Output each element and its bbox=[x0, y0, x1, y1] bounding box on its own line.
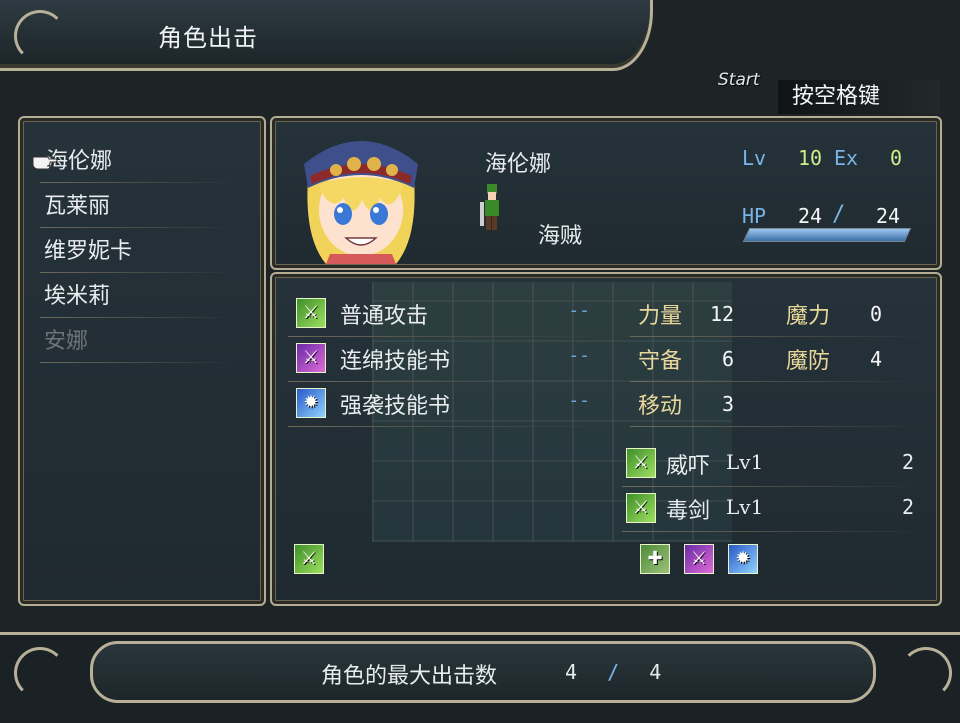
character-portrait bbox=[296, 118, 426, 264]
hp-max: 24 bbox=[876, 204, 901, 228]
bottom-banner: 角色的最大出击数 4 / 4 bbox=[0, 632, 960, 723]
deploy-current: 4 bbox=[565, 660, 578, 684]
roster-name: 维罗妮卡 bbox=[44, 239, 133, 264]
roster-item[interactable]: 埃米莉 bbox=[40, 277, 234, 318]
hp-bar bbox=[742, 228, 912, 242]
start-label: Start bbox=[718, 70, 760, 90]
character-detail-panel: ⚔ 普通攻击 -- ⚔ 连绵技能书 -- ✹ 强袭技能书 -- 力量 12 魔力… bbox=[270, 272, 942, 606]
attribute-row: 力量 12 魔力 0 bbox=[630, 292, 926, 337]
hp-separator: / bbox=[832, 202, 846, 227]
skill-name: 普通攻击 bbox=[340, 304, 429, 329]
roster-name: 瓦莱丽 bbox=[44, 194, 111, 219]
mag-value: 0 bbox=[870, 302, 883, 326]
hp-bar-fill bbox=[744, 229, 910, 241]
start-prompt: Start 按空格键 bbox=[714, 70, 940, 116]
sword-icon: ⚔ bbox=[626, 493, 656, 523]
burst-icon: ✹ bbox=[296, 388, 326, 418]
def-label: 守备 bbox=[638, 349, 683, 374]
roster-item[interactable]: 维罗妮卡 bbox=[40, 232, 234, 273]
def-value: 6 bbox=[722, 347, 735, 371]
skill-value: -- bbox=[568, 390, 590, 411]
double-sword-icon[interactable]: ⚔ bbox=[684, 544, 714, 574]
ability-name: 毒剑 bbox=[666, 499, 711, 524]
burst-icon[interactable]: ✹ bbox=[728, 544, 758, 574]
res-label: 魔防 bbox=[786, 349, 831, 374]
str-label: 力量 bbox=[638, 304, 683, 329]
skill-value: -- bbox=[568, 345, 590, 366]
str-value: 12 bbox=[710, 302, 735, 326]
skill-value: -- bbox=[568, 300, 590, 321]
sword-icon[interactable]: ⚔ bbox=[294, 544, 324, 574]
map-heal-icon[interactable]: ✚ bbox=[640, 544, 670, 574]
mov-label: 移动 bbox=[638, 394, 683, 419]
roster-item-disabled[interactable]: 安娜 bbox=[40, 322, 234, 363]
attribute-row: 守备 6 魔防 4 bbox=[630, 337, 926, 382]
ability-count: 2 bbox=[901, 450, 914, 474]
skill-row[interactable]: ✹ 强袭技能书 -- bbox=[288, 382, 610, 427]
mag-label: 魔力 bbox=[786, 304, 831, 329]
skill-name: 强袭技能书 bbox=[340, 394, 451, 419]
character-roster: 海伦娜 瓦莱丽 维罗妮卡 埃米莉 安娜 bbox=[18, 116, 266, 606]
res-value: 4 bbox=[870, 347, 883, 371]
pointer-hand-icon bbox=[32, 156, 58, 170]
skill-row[interactable]: ⚔ 连绵技能书 -- bbox=[288, 337, 610, 382]
start-instruction: 按空格键 bbox=[778, 80, 940, 114]
skill-row[interactable]: ⚔ 普通攻击 -- bbox=[288, 292, 610, 337]
ability-level: Lv1 bbox=[726, 495, 764, 519]
class-sprite-icon bbox=[480, 184, 499, 230]
deploy-count-label: 角色的最大出击数 bbox=[321, 664, 498, 689]
hp-current: 24 bbox=[798, 204, 823, 228]
ability-name: 威吓 bbox=[666, 454, 711, 479]
title-banner: 角色出击 bbox=[0, 0, 653, 71]
roster-item[interactable]: 瓦莱丽 bbox=[40, 187, 234, 228]
sword-icon: ⚔ bbox=[626, 448, 656, 478]
roster-item[interactable]: 海伦娜 bbox=[32, 142, 234, 183]
ability-count: 2 bbox=[901, 495, 914, 519]
character-class: 海贼 bbox=[538, 224, 583, 249]
lv-value: 10 bbox=[798, 146, 823, 170]
ex-value: 0 bbox=[890, 146, 903, 170]
skill-name: 连绵技能书 bbox=[340, 349, 451, 374]
ability-level: Lv1 bbox=[726, 450, 764, 474]
ornament-swirl-icon bbox=[14, 10, 66, 62]
roster-name: 埃米莉 bbox=[44, 284, 111, 309]
mov-value: 3 bbox=[722, 392, 735, 416]
ex-label: Ex bbox=[834, 146, 859, 170]
attribute-row: 移动 3 bbox=[630, 382, 926, 427]
page-title: 角色出击 bbox=[158, 24, 258, 52]
deploy-count-box: 角色的最大出击数 4 / 4 bbox=[90, 641, 876, 703]
double-sword-icon: ⚔ bbox=[296, 343, 326, 373]
ornament-swirl-icon bbox=[900, 647, 952, 699]
roster-name: 安娜 bbox=[44, 329, 89, 354]
deploy-count-value: 4 / 4 bbox=[565, 660, 661, 684]
ability-row[interactable]: ⚔ 毒剑 Lv1 2 bbox=[622, 487, 926, 532]
ability-row[interactable]: ⚔ 威吓 Lv1 2 bbox=[622, 442, 926, 487]
deploy-separator: / bbox=[607, 660, 620, 684]
character-name: 海伦娜 bbox=[485, 152, 552, 177]
sword-icon: ⚔ bbox=[296, 298, 326, 328]
character-info-panel: 海伦娜 海贼 Lv 10 Ex 0 HP 24 / 24 bbox=[270, 116, 942, 270]
deploy-max: 4 bbox=[649, 660, 662, 684]
ornament-swirl-icon bbox=[14, 647, 66, 699]
lv-label: Lv bbox=[742, 146, 767, 170]
hp-label: HP bbox=[742, 204, 767, 228]
